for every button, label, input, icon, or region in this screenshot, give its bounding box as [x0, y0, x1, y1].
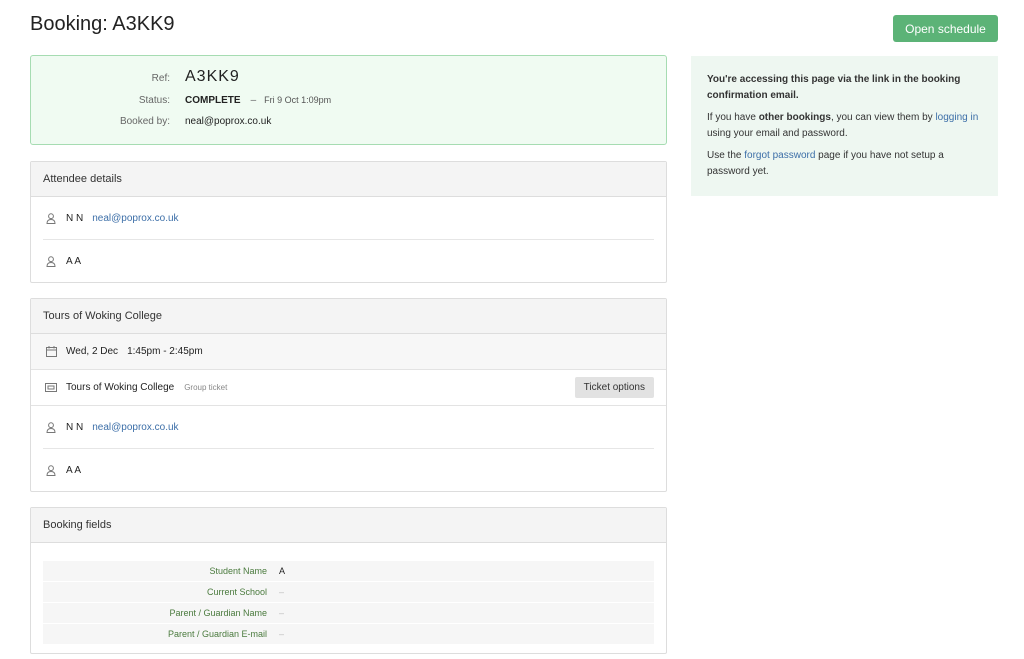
attendee-row: A A [31, 449, 666, 491]
ticket-row: Tours of Woking College Group ticket Tic… [31, 370, 666, 406]
field-label: Parent / Guardian Name [169, 608, 267, 618]
info-bold-text: other bookings [758, 112, 831, 123]
attendee-email-link[interactable]: neal@poprox.co.uk [92, 213, 178, 224]
field-label: Student Name [209, 566, 267, 576]
status-separator: – [250, 95, 257, 106]
attendee-name: N N [66, 422, 84, 433]
booking-fields-panel: Booking fields Student Name A Current Sc… [30, 507, 667, 654]
attendee-details-panel: Attendee details N N neal@poprox.co.uk A… [30, 161, 667, 283]
event-date: Wed, 2 Dec [66, 346, 119, 357]
ticket-type: Group ticket [184, 383, 228, 392]
info-text: Use the [707, 150, 745, 161]
info-other-bookings: If you have other bookings, you can view… [707, 110, 982, 142]
booked-by-label: Booked by: [119, 116, 170, 127]
field-row: Parent / Guardian E-mail – [43, 624, 654, 644]
calendar-icon [45, 346, 57, 358]
ref-value: A3KK9 [185, 68, 240, 85]
info-forgot-password: Use the forgot password page if you have… [707, 148, 982, 180]
info-box: You're accessing this page via the link … [691, 56, 998, 196]
open-schedule-button[interactable]: Open schedule [893, 15, 998, 42]
user-icon [45, 213, 57, 225]
forgot-password-link[interactable]: forgot password [744, 150, 815, 161]
attendee-email-link[interactable]: neal@poprox.co.uk [92, 422, 178, 433]
field-value: – [279, 587, 285, 597]
attendee-name: N N [66, 213, 84, 224]
field-row: Parent / Guardian Name – [43, 603, 654, 623]
info-text: , you can view them by [830, 112, 936, 123]
booking-fields-title: Booking fields [31, 508, 666, 543]
user-icon [45, 256, 57, 268]
user-icon [45, 464, 57, 476]
status-label: Status: [138, 95, 170, 106]
booked-by-email: neal@poprox.co.uk [185, 116, 272, 127]
attendee-row: N N neal@poprox.co.uk [31, 406, 666, 449]
field-label: Parent / Guardian E-mail [167, 629, 267, 639]
event-time: 1:45pm - 2:45pm [127, 346, 203, 357]
status-date: Fri 9 Oct 1:09pm [264, 95, 332, 105]
ticket-options-button[interactable]: Ticket options [574, 377, 654, 398]
ticket-icon [45, 382, 57, 394]
event-title: Tours of Woking College [31, 299, 666, 334]
event-date-row: Wed, 2 Dec 1:45pm - 2:45pm [31, 334, 666, 370]
field-value: – [279, 629, 285, 639]
status-badge: COMPLETE [185, 95, 241, 106]
attendee-details-title: Attendee details [31, 162, 666, 197]
info-text: using your email and password. [707, 128, 848, 139]
field-label: Current School [206, 587, 267, 597]
field-row: Student Name A [43, 561, 654, 581]
ref-label: Ref: [151, 73, 170, 84]
field-row: Current School – [43, 582, 654, 602]
field-value: A [279, 566, 286, 576]
attendee-name: A A [66, 464, 82, 476]
page-title: Booking: A3KK9 [30, 13, 175, 35]
booking-summary: Ref: A3KK9 Status: COMPLETE – Fri 9 Oct … [30, 55, 667, 145]
field-value: – [279, 608, 285, 618]
login-link[interactable]: logging in [935, 112, 978, 123]
user-icon [45, 422, 57, 434]
attendee-row: N N neal@poprox.co.uk [31, 197, 666, 240]
info-text: If you have [707, 112, 759, 123]
attendee-name: A A [66, 256, 82, 267]
event-panel: Tours of Woking College Wed, 2 Dec 1:45p… [30, 298, 667, 492]
info-heading: You're accessing this page via the link … [707, 74, 961, 101]
attendee-row: A A [31, 240, 666, 283]
ticket-name: Tours of Woking College [66, 382, 175, 393]
booking-fields-list: Student Name A Current School – Parent /… [31, 543, 666, 644]
